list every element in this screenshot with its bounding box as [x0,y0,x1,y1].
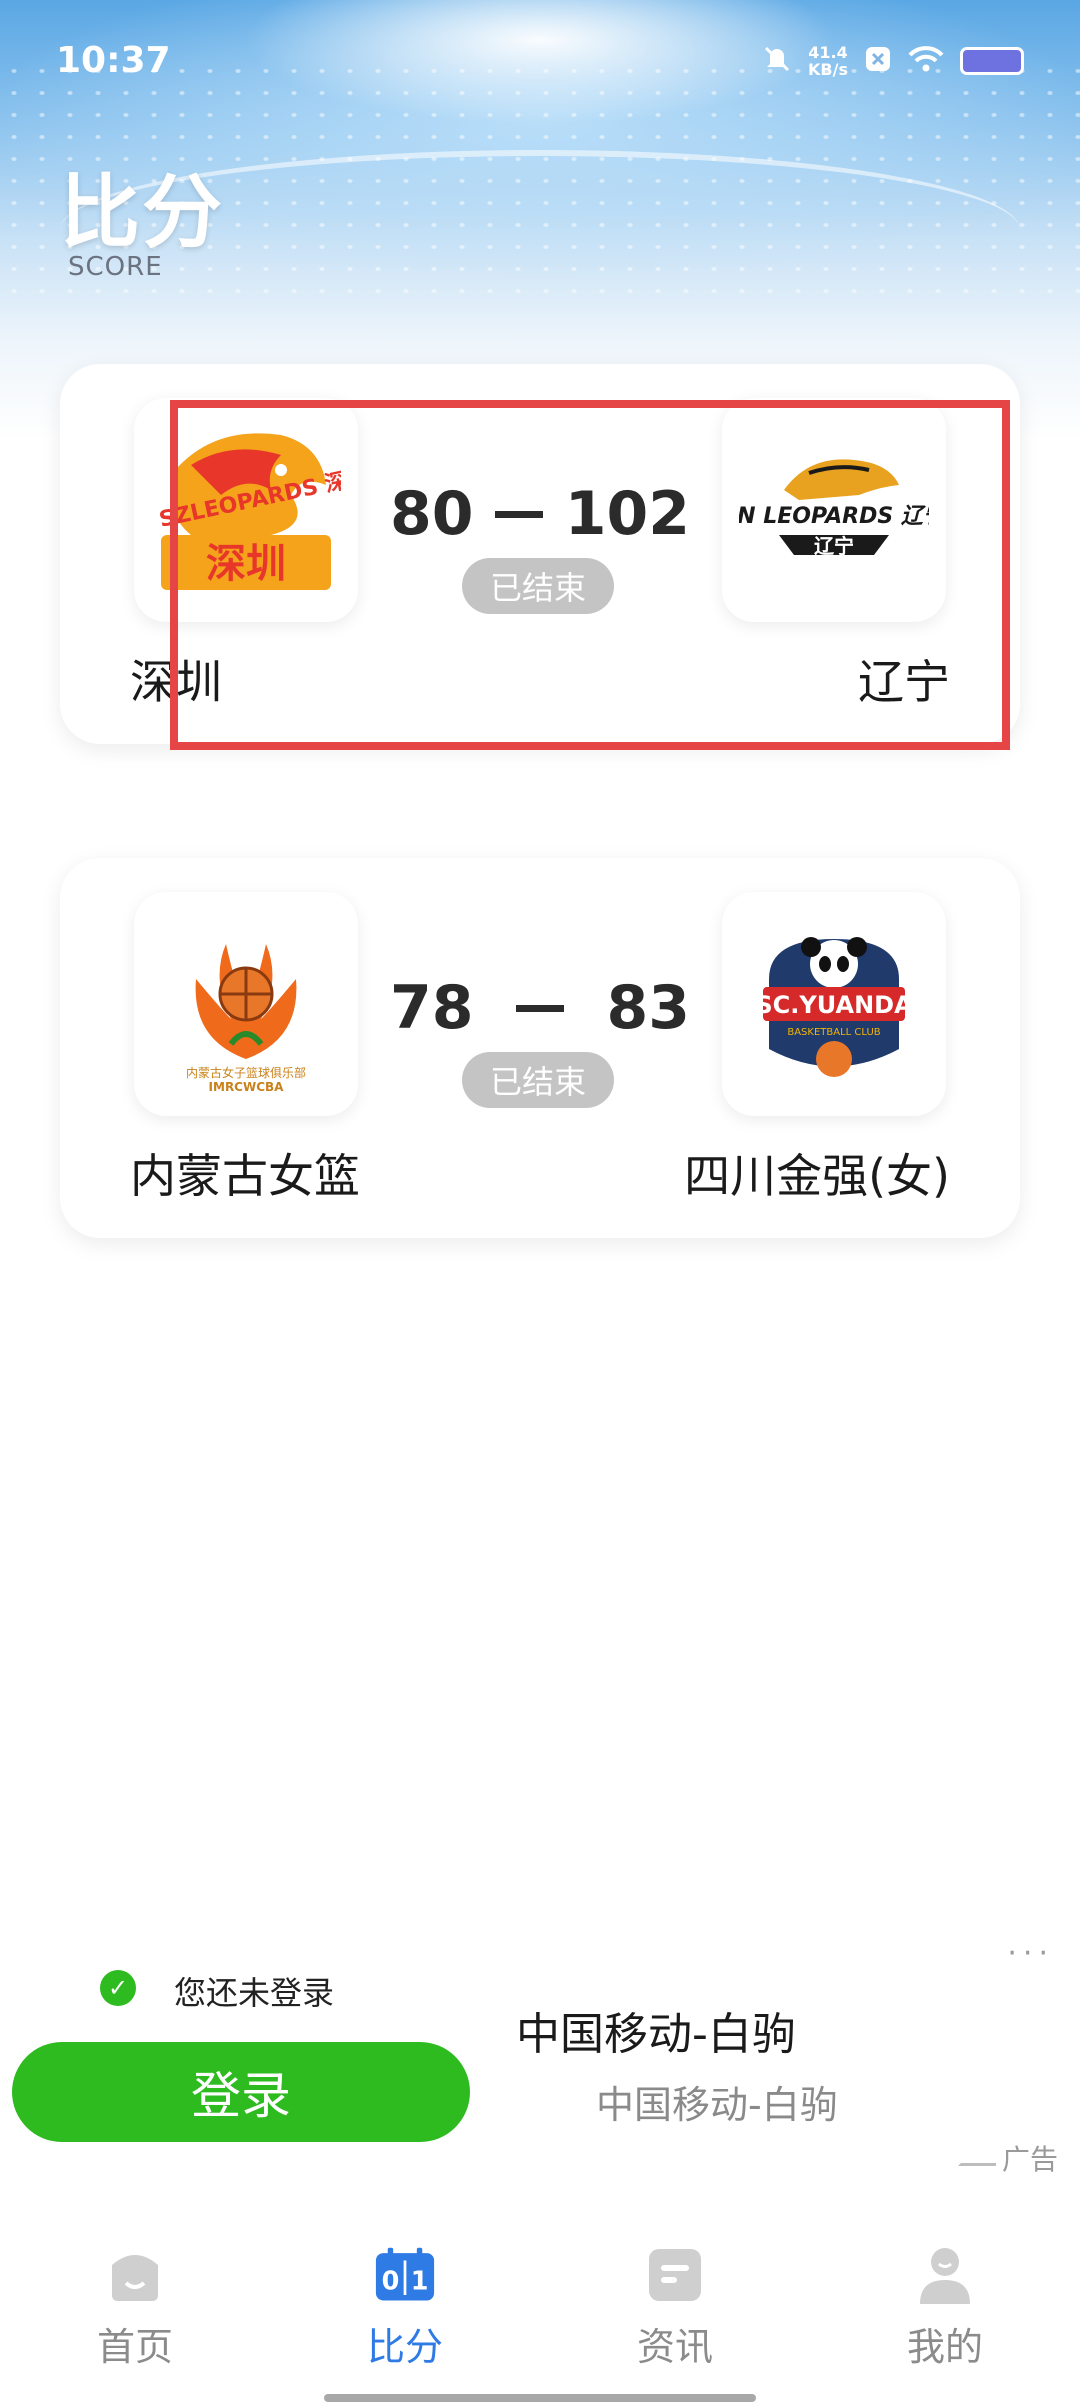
net-speed: 41.4 KB/s [808,43,848,79]
home-indicator[interactable] [324,2394,756,2402]
team-logo-sichuan: SC.YUANDA BASKETBALL CLUB [722,892,946,1116]
tab-news-label: 资讯 [636,2325,713,2369]
liaoning-logo: LN LEOPARDS 辽宁 辽宁 [739,459,929,558]
login-button[interactable]: 登录 [12,2042,470,2142]
away-score: 83 [606,973,691,1043]
match-card[interactable]: 内蒙古女子篮球俱乐部 IMRCWCBA 78 83 已结束 SC.YUANDA … [60,858,1020,1238]
score-dash [516,1004,564,1012]
svg-text:辽宁: 辽宁 [814,534,854,558]
tab-news[interactable]: 资讯 [540,2228,810,2408]
scoreline: 78 83 [390,968,690,1048]
page-subtitle: SCORE [68,252,163,282]
neimenggu-logo: 内蒙古女子篮球俱乐部 IMRCWCBA [186,944,306,1094]
mute-icon [762,44,792,78]
svg-text:IMRCWCBA: IMRCWCBA [209,1080,285,1094]
ad-subtitle[interactable]: 中国移动-白驹 [596,2074,838,2129]
ad-tag-label: 广告 [1001,2143,1058,2176]
svg-text:LN LEOPARDS 辽宁: LN LEOPARDS 辽宁 [739,503,929,529]
clock: 10:37 [56,40,171,81]
shenzhen-logo: SZLEOPARDS 深圳 深圳 [157,433,341,590]
tab-home-label: 首页 [96,2325,173,2369]
svg-text:BASKETBALL CLUB: BASKETBALL CLUB [787,1027,880,1038]
tab-profile-label: 我的 [906,2325,983,2369]
wifi-icon [908,45,944,77]
sichuan-logo: SC.YUANDA BASKETBALL CLUB [755,937,913,1077]
away-team-name: 四川金强(女) [684,1149,950,1203]
tab-profile[interactable]: 我的 [810,2228,1080,2408]
ad-logo-icon [957,2150,996,2166]
svg-text:0: 0 [382,2267,400,2297]
tab-score[interactable]: 01 比分 [270,2228,540,2408]
news-icon [645,2246,705,2304]
svg-text:1: 1 [411,2267,429,2297]
match-status-badge: 已结束 [462,558,614,614]
away-team-name: 辽宁 [858,655,950,709]
x-app-icon [864,45,892,77]
score-dash [495,510,544,518]
tab-home[interactable]: 首页 [0,2228,270,2408]
team-logo-liaoning: LN LEOPARDS 辽宁 辽宁 [722,398,946,622]
tab-score-label: 比分 [366,2325,443,2369]
home-icon [105,2246,165,2304]
home-team-name: 内蒙古女篮 [130,1149,360,1203]
scoreboard-icon: 01 [375,2246,435,2304]
away-score: 102 [564,479,690,549]
team-logo-neimenggu: 内蒙古女子篮球俱乐部 IMRCWCBA [134,892,358,1116]
more-options-icon[interactable]: ··· [1007,1936,1054,1971]
svg-text:SC.YUANDA: SC.YUANDA [755,991,913,1019]
profile-icon [915,2246,975,2304]
status-bar: 10:37 41.4 KB/s [0,0,1080,120]
ad-tag: 广告 [957,2138,1058,2178]
ad-title[interactable]: 中国移动-白驹 [516,1998,796,2062]
scoreline: 80 102 [390,474,690,554]
battery-icon [960,47,1024,75]
match-card[interactable]: SZLEOPARDS 深圳 深圳 80 102 已结束 LN LEOPARDS … [60,364,1020,744]
match-status-badge: 已结束 [462,1052,614,1108]
team-logo-shenzhen: SZLEOPARDS 深圳 深圳 [134,398,358,622]
check-icon: ✓ [100,1970,136,2006]
page-title: 比分 [60,166,224,259]
svg-text:内蒙古女子篮球俱乐部: 内蒙古女子篮球俱乐部 [186,1065,306,1080]
login-hint: 您还未登录 [174,1974,335,2012]
bottom-tab-bar: 首页 01 比分 资讯 我的 [0,2228,1080,2408]
home-score: 78 [390,973,474,1043]
ad-banner[interactable]: ✓ 您还未登录 登录 中国移动-白驹 中国移动-白驹 ··· 广告 [0,1936,1080,2190]
home-team-name: 深圳 [130,655,222,709]
svg-text:深圳: 深圳 [206,541,286,587]
home-score: 80 [390,479,474,549]
status-icons: 41.4 KB/s [762,44,1024,78]
